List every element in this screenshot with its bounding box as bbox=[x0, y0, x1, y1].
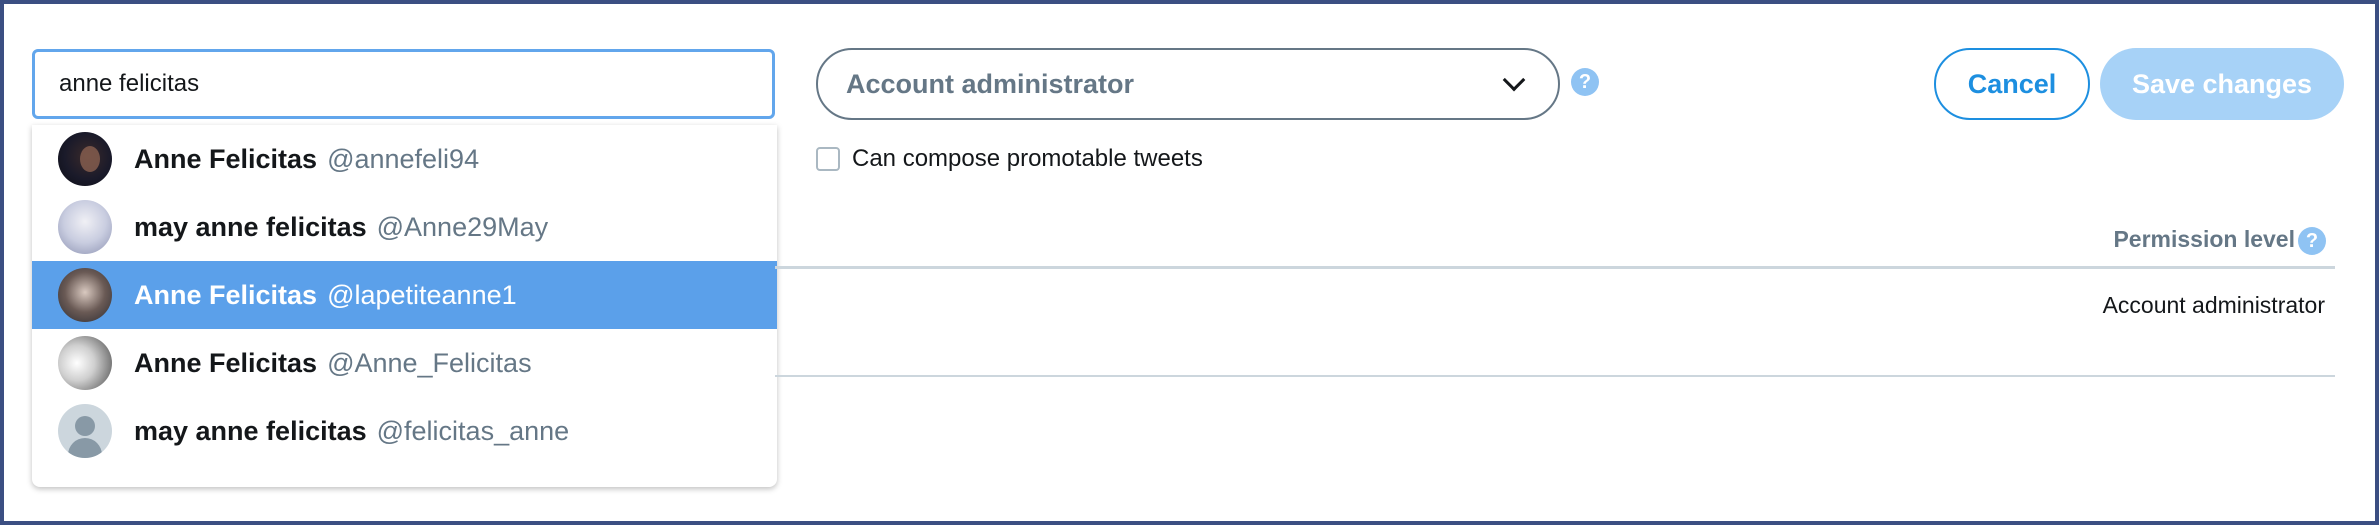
promotable-tweets-option: Can compose promotable tweets bbox=[816, 145, 1203, 173]
row-permission-value: Account administrator bbox=[2102, 292, 2325, 318]
result-handle: @felicitas_anne bbox=[376, 415, 570, 446]
search-results-dropdown: Anne Felicitas @annefeli94 may anne feli… bbox=[32, 125, 777, 487]
chevron-down-icon bbox=[1502, 68, 1526, 92]
avatar bbox=[58, 336, 112, 390]
result-name: may anne felicitas bbox=[134, 211, 367, 242]
checkbox-label: Can compose promotable tweets bbox=[852, 145, 1203, 172]
cancel-button[interactable]: Cancel bbox=[1934, 48, 2090, 120]
user-search-input[interactable] bbox=[32, 49, 775, 119]
table-row-divider bbox=[775, 375, 2335, 377]
avatar bbox=[58, 200, 112, 254]
result-name: Anne Felicitas bbox=[134, 347, 318, 378]
result-handle: @lapetiteanne1 bbox=[327, 279, 517, 310]
result-handle: @Anne_Felicitas bbox=[327, 347, 532, 378]
help-icon[interactable]: ? bbox=[1571, 68, 1599, 96]
help-icon[interactable]: ? bbox=[2298, 227, 2326, 255]
result-name: Anne Felicitas bbox=[134, 143, 318, 174]
permission-select-value: Account administrator bbox=[846, 68, 1135, 99]
table-header-divider bbox=[775, 266, 2335, 269]
result-name: Anne Felicitas bbox=[134, 279, 318, 310]
search-result-item[interactable]: may anne felicitas @Anne29May bbox=[32, 193, 777, 261]
permission-level-select[interactable]: Account administrator bbox=[816, 48, 1560, 120]
avatar bbox=[58, 268, 112, 322]
search-result-item-selected[interactable]: Anne Felicitas @lapetiteanne1 bbox=[32, 261, 777, 329]
default-avatar-icon bbox=[58, 404, 112, 458]
promotable-tweets-checkbox[interactable] bbox=[816, 147, 840, 171]
result-handle: @Anne29May bbox=[376, 211, 549, 242]
avatar bbox=[58, 132, 112, 186]
result-handle: @annefeli94 bbox=[327, 143, 480, 174]
result-name: may anne felicitas bbox=[134, 415, 367, 446]
search-result-item[interactable]: Anne Felicitas @annefeli94 bbox=[32, 125, 777, 193]
search-result-item[interactable]: Anne Felicitas @Anne_Felicitas bbox=[32, 329, 777, 397]
permission-level-column-header: Permission level bbox=[2113, 226, 2295, 252]
search-result-item[interactable]: may anne felicitas @felicitas_anne bbox=[32, 397, 777, 465]
save-changes-button[interactable]: Save changes bbox=[2100, 48, 2344, 120]
